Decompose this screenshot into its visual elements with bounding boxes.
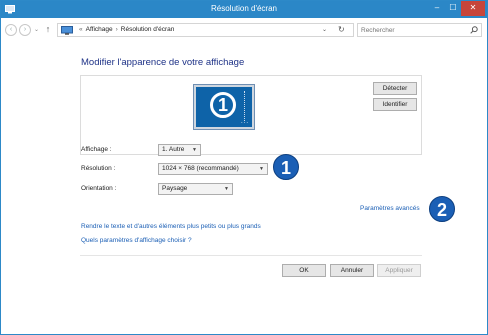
chevron-down-icon: ▼: [192, 147, 197, 153]
display-select[interactable]: 1. Autre ▼: [158, 144, 201, 156]
display-help-link[interactable]: Quels paramètres d'affichage choisir ?: [81, 237, 192, 244]
main-content: Modifier l'apparence de votre affichage …: [1, 42, 487, 334]
resolution-window: Résolution d'écran – ☐ ✕ ‹ › ⌄ ↑ «Affich…: [0, 0, 488, 335]
display-label: Affichage :: [81, 146, 112, 153]
chevron-down-icon: ▼: [224, 186, 229, 192]
chevron-down-icon: ▼: [259, 166, 264, 172]
title-bar[interactable]: Résolution d'écran – ☐ ✕: [1, 1, 487, 18]
breadcrumb-resolution[interactable]: Résolution d'écran: [121, 26, 175, 33]
navigation-bar: ‹ › ⌄ ↑ «Affichage › Résolution d'écran ⌄ …: [1, 18, 487, 42]
search-box[interactable]: [357, 23, 482, 37]
back-button[interactable]: ‹: [5, 24, 17, 36]
breadcrumb-separator[interactable]: ›: [113, 26, 121, 33]
resolution-select-value: 1024 × 768 (recommandé): [162, 165, 239, 172]
up-button[interactable]: ↑: [43, 23, 53, 35]
orientation-label: Orientation :: [81, 185, 117, 192]
window-title: Résolution d'écran: [210, 4, 277, 13]
identify-button[interactable]: Identifier: [373, 98, 417, 111]
ok-button[interactable]: OK: [282, 264, 326, 277]
breadcrumb: «Affichage › Résolution d'écran: [76, 26, 174, 33]
cancel-button[interactable]: Annuler: [330, 264, 374, 277]
page-title: Modifier l'apparence de votre affichage: [81, 57, 245, 68]
callout-badge-1: 1: [273, 154, 299, 180]
maximize-button[interactable]: ☐: [445, 1, 461, 16]
orientation-select-value: Paysage: [162, 185, 188, 192]
text-size-link[interactable]: Rendre le texte et d'autres éléments plu…: [81, 223, 261, 230]
monitor-scale-marks: [244, 91, 249, 121]
resolution-select[interactable]: 1024 × 768 (recommandé) ▼: [158, 163, 268, 175]
orientation-select[interactable]: Paysage ▼: [158, 183, 233, 195]
monitor-1-tile[interactable]: 1 ...: [194, 85, 254, 129]
resolution-label: Résolution :: [81, 165, 116, 172]
monitor-dots: ...: [240, 119, 249, 125]
detect-button[interactable]: Détecter: [373, 82, 417, 95]
divider: [80, 255, 422, 256]
recent-locations-dropdown[interactable]: ⌄: [34, 24, 42, 36]
address-history-dropdown[interactable]: ⌄: [322, 26, 327, 33]
callout-badge-2: 2: [429, 196, 455, 222]
search-input[interactable]: [361, 25, 466, 35]
forward-button[interactable]: ›: [19, 24, 31, 36]
search-icon[interactable]: [470, 26, 478, 34]
display-preview-panel: 1 ... Détecter Identifier: [80, 75, 422, 155]
advanced-settings-link[interactable]: Paramètres avancés: [360, 205, 420, 212]
minimize-button[interactable]: –: [429, 1, 445, 16]
control-panel-icon: [61, 26, 73, 35]
apply-button: Appliquer: [377, 264, 421, 277]
close-button[interactable]: ✕: [461, 1, 485, 16]
breadcrumb-affichage[interactable]: Affichage: [86, 26, 113, 33]
breadcrumb-overflow[interactable]: «: [76, 26, 86, 33]
refresh-button[interactable]: ↻: [338, 25, 345, 34]
display-select-value: 1. Autre: [162, 146, 185, 153]
address-bar[interactable]: «Affichage › Résolution d'écran ⌄ ↻: [57, 23, 354, 37]
monitor-number: 1: [210, 92, 236, 118]
